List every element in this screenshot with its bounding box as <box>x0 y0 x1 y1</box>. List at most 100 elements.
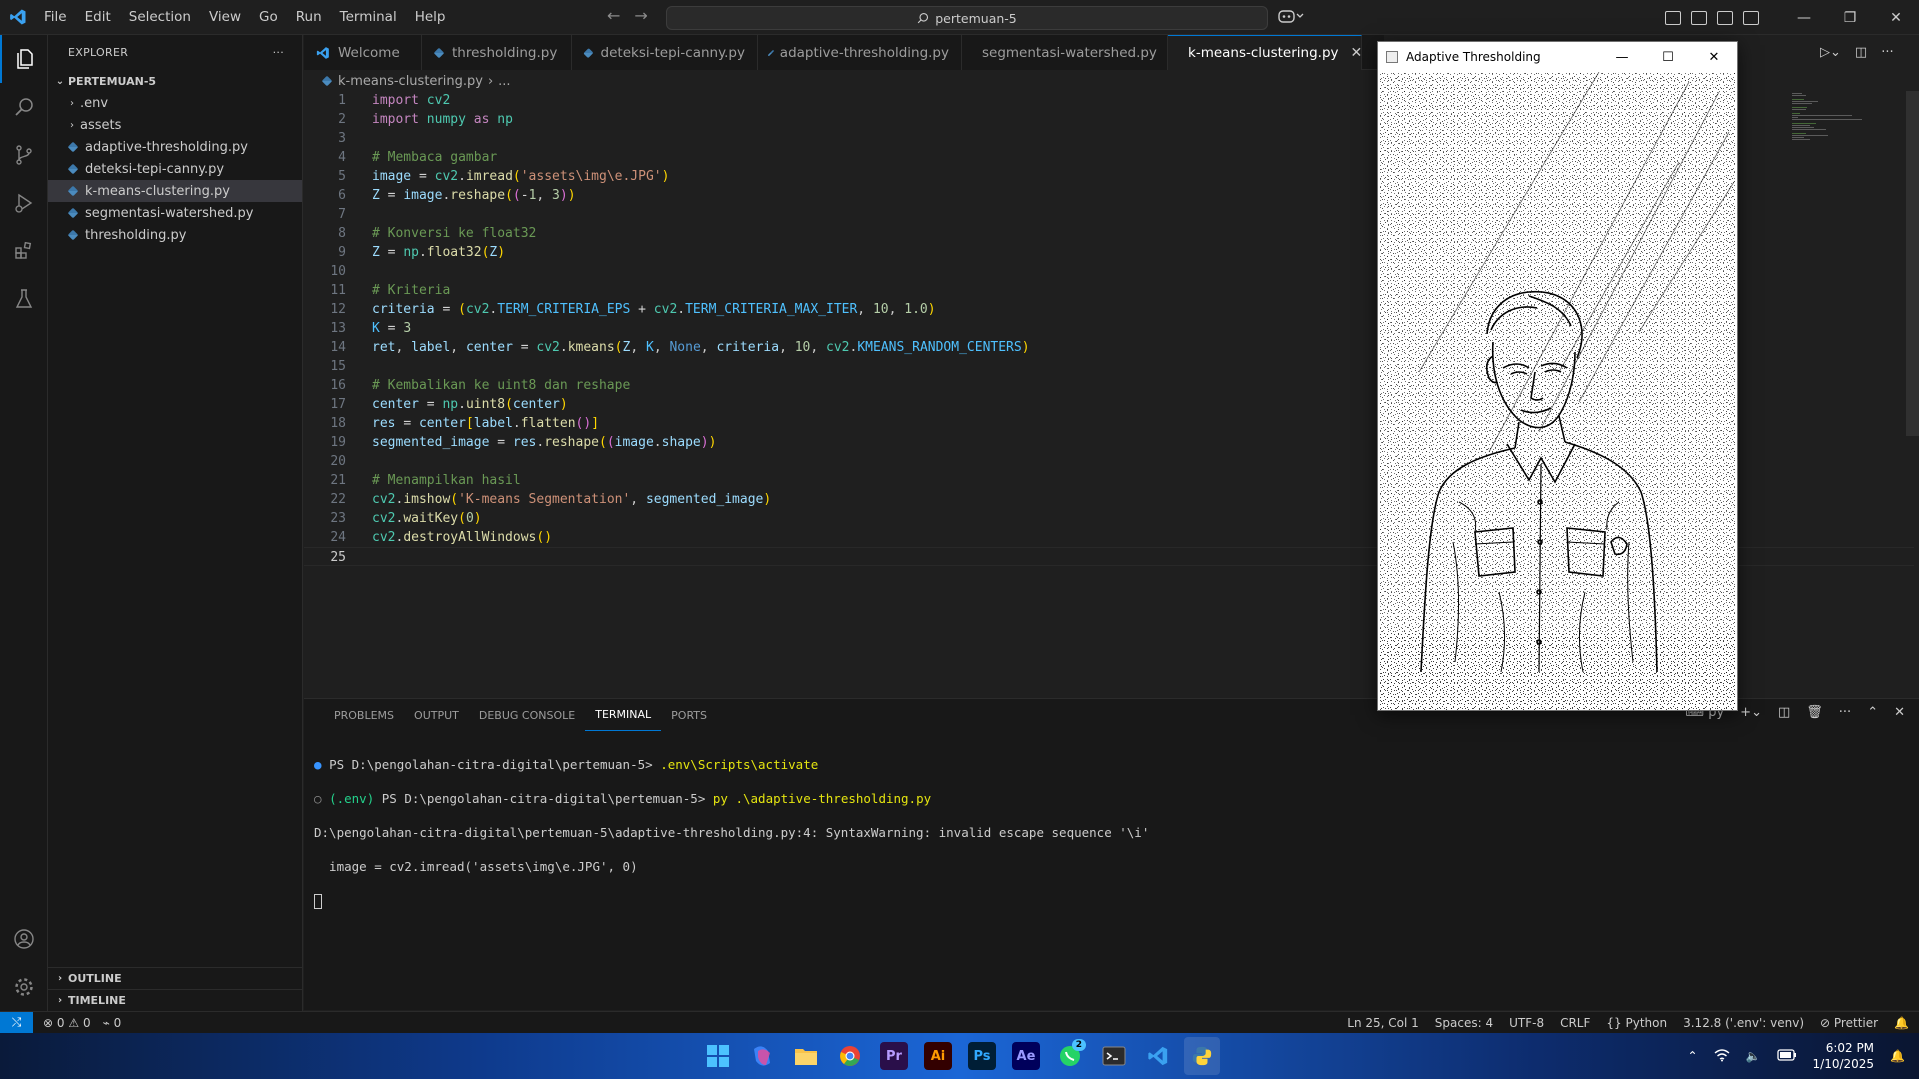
maximize-panel-icon[interactable]: ⌃ <box>1867 705 1878 720</box>
restore-icon[interactable]: ❐ <box>1827 0 1873 35</box>
tab-thresholding[interactable]: thresholding.py <box>422 35 572 70</box>
wifi-icon[interactable] <box>1714 1048 1730 1065</box>
breadcrumb-rest[interactable]: ... <box>498 74 510 89</box>
menu-help[interactable]: Help <box>406 9 455 25</box>
timeline-section[interactable]: › TIMELINE <box>48 989 303 1011</box>
toggle-primary-sidebar-icon[interactable] <box>1691 10 1707 25</box>
source-control-icon[interactable] <box>0 131 48 179</box>
testing-icon[interactable] <box>0 275 48 323</box>
minimize-icon[interactable]: — <box>1599 42 1645 72</box>
tab-debug-console[interactable]: DEBUG CONSOLE <box>469 699 585 731</box>
toggle-secondary-sidebar-icon[interactable] <box>1743 10 1759 25</box>
tab-problems[interactable]: PROBLEMS <box>324 699 404 731</box>
back-arrow-icon[interactable]: ← <box>607 6 620 25</box>
tab-k-means-clustering[interactable]: k-means-clustering.py ✕ <box>1168 35 1362 70</box>
volume-icon[interactable]: 🔈 <box>1746 1049 1761 1063</box>
tab-output[interactable]: OUTPUT <box>404 699 469 731</box>
tab-welcome[interactable]: Welcome <box>304 35 422 70</box>
accounts-icon[interactable] <box>0 915 48 963</box>
extensions-icon[interactable] <box>0 227 48 275</box>
chrome-icon[interactable] <box>832 1037 868 1075</box>
menu-selection[interactable]: Selection <box>120 9 200 25</box>
tab-adaptive-thresholding[interactable]: adaptive-thresholding.py <box>758 35 962 70</box>
explorer-item-adaptive-thresholding[interactable]: adaptive-thresholding.py <box>48 136 302 158</box>
end-of-line[interactable]: CRLF <box>1560 1016 1590 1030</box>
menu-view[interactable]: View <box>200 9 250 25</box>
explorer-icon[interactable] <box>0 35 48 83</box>
notification-bell-icon[interactable]: 🔔 <box>1890 1049 1905 1063</box>
tab-close-icon[interactable]: ✕ <box>1351 45 1363 61</box>
language-mode[interactable]: {} Python <box>1606 1016 1667 1030</box>
tab-terminal[interactable]: TERMINAL <box>585 699 662 731</box>
editor-scrollbar[interactable] <box>1906 91 1919 436</box>
explorer-item-k-means-clustering[interactable]: k-means-clustering.py <box>48 180 302 202</box>
tab-segmentasi-watershed[interactable]: segmentasi-watershed.py <box>962 35 1168 70</box>
split-editor-icon[interactable]: ◫ <box>1855 45 1867 60</box>
new-terminal-icon[interactable]: +⌄ <box>1740 705 1762 720</box>
terminal-icon[interactable] <box>1096 1037 1132 1075</box>
forward-arrow-icon[interactable]: → <box>634 6 647 25</box>
copilot-icon[interactable] <box>744 1037 780 1075</box>
tab-deteksi-tepi-canny[interactable]: deteksi-tepi-canny.py <box>572 35 758 70</box>
more-actions-icon[interactable]: ··· <box>273 46 284 59</box>
run-debug-icon[interactable] <box>0 179 48 227</box>
minimize-icon[interactable]: — <box>1781 0 1827 35</box>
explorer-item-env[interactable]: › .env <box>48 92 302 114</box>
workspace-folder[interactable]: ⌄ PERTEMUAN-5 <box>48 70 302 92</box>
outline-section[interactable]: › OUTLINE <box>48 967 303 989</box>
close-panel-icon[interactable]: ✕ <box>1894 705 1905 720</box>
illustrator-icon[interactable]: Ai <box>924 1042 952 1070</box>
customize-layout-icon[interactable] <box>1665 10 1681 25</box>
battery-icon[interactable] <box>1776 1048 1797 1064</box>
notifications-bell-icon[interactable]: 🔔 <box>1894 1016 1909 1030</box>
remote-indicator-icon[interactable]: ⤭ <box>0 1011 33 1034</box>
problems-status[interactable]: ⊗ 0 ⚠ 0 <box>43 1016 91 1030</box>
clock[interactable]: 6:02 PM 1/10/2025 <box>1813 1040 1875 1072</box>
python-icon[interactable] <box>1184 1037 1220 1075</box>
run-file-icon[interactable]: ▷⌄ <box>1820 45 1841 60</box>
menu-terminal[interactable]: Terminal <box>331 9 406 25</box>
python-interpreter[interactable]: 3.12.8 ('.env': venv) <box>1683 1016 1804 1030</box>
line-number: 24 <box>330 530 346 545</box>
cursor-position[interactable]: Ln 25, Col 1 <box>1347 1016 1419 1030</box>
chevron-up-icon[interactable]: ⌃ <box>1688 1049 1698 1063</box>
vscode-icon[interactable] <box>1140 1037 1176 1075</box>
close-icon[interactable]: ✕ <box>1873 0 1919 35</box>
indentation[interactable]: Spaces: 4 <box>1435 1016 1493 1030</box>
terminal-command: py .\adaptive-thresholding.py <box>712 791 932 806</box>
trash-icon[interactable]: 🗑 <box>1806 705 1823 720</box>
file-explorer-icon[interactable] <box>788 1037 824 1075</box>
windows-start-icon[interactable] <box>700 1037 736 1075</box>
opencv-image-window[interactable]: Adaptive Thresholding — ☐ ✕ <box>1377 41 1738 711</box>
ports-status[interactable]: ⌁ 0 <box>103 1016 122 1030</box>
tab-ports[interactable]: PORTS <box>661 699 717 731</box>
split-terminal-icon[interactable]: ◫ <box>1778 705 1790 720</box>
more-actions-icon[interactable]: ··· <box>1839 705 1851 720</box>
explorer-item-assets[interactable]: › assets <box>48 114 302 136</box>
minimap[interactable] <box>1792 91 1902 151</box>
encoding[interactable]: UTF-8 <box>1509 1016 1544 1030</box>
menu-go[interactable]: Go <box>250 9 287 25</box>
whatsapp-icon[interactable]: 2 <box>1052 1037 1088 1075</box>
copilot-icon[interactable] <box>1278 8 1304 28</box>
explorer-item-deteksi-tepi-canny[interactable]: deteksi-tepi-canny.py <box>48 158 302 180</box>
manage-gear-icon[interactable] <box>0 963 48 1011</box>
close-icon[interactable]: ✕ <box>1691 42 1737 72</box>
menu-file[interactable]: File <box>35 9 76 25</box>
more-actions-icon[interactable]: ··· <box>1881 45 1893 60</box>
premiere-icon[interactable]: Pr <box>880 1042 908 1070</box>
prettier-status[interactable]: ⊘ Prettier <box>1820 1016 1878 1030</box>
terminal-output[interactable]: ● PS D:\pengolahan-citra-digital\pertemu… <box>314 739 1149 943</box>
toggle-panel-icon[interactable] <box>1717 10 1733 25</box>
menu-edit[interactable]: Edit <box>76 9 120 25</box>
explorer-item-thresholding[interactable]: thresholding.py <box>48 224 302 246</box>
photoshop-icon[interactable]: Ps <box>968 1042 996 1070</box>
after-effects-icon[interactable]: Ae <box>1012 1042 1040 1070</box>
line-number: 23 <box>330 511 346 526</box>
maximize-icon[interactable]: ☐ <box>1645 42 1691 72</box>
explorer-item-segmentasi-watershed[interactable]: segmentasi-watershed.py <box>48 202 302 224</box>
breadcrumb-file[interactable]: k-means-clustering.py <box>338 74 483 89</box>
menu-run[interactable]: Run <box>287 9 331 25</box>
search-icon[interactable] <box>0 83 48 131</box>
command-center-search[interactable]: pertemuan-5 <box>666 6 1268 30</box>
